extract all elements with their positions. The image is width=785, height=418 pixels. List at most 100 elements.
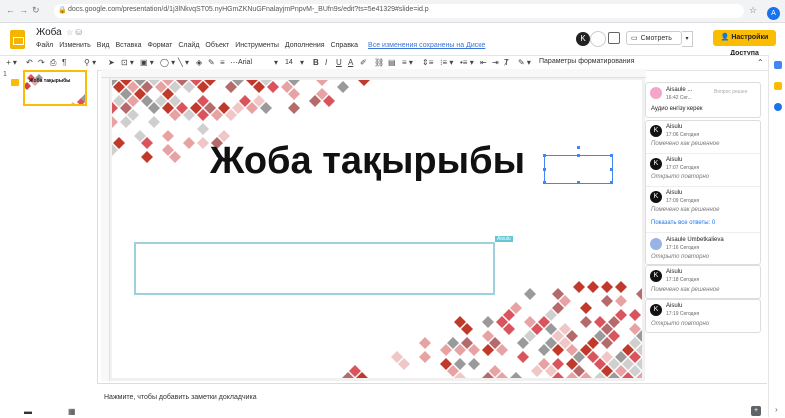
reload-icon[interactable]: ↻: [32, 5, 40, 16]
share-button[interactable]: 👤 Настройки Доступа: [713, 30, 776, 57]
forward-icon[interactable]: →: [19, 5, 28, 15]
collapse-toolbar-icon[interactable]: ⌃: [757, 58, 764, 67]
subtitle-textbox[interactable]: [134, 242, 495, 295]
divider: [646, 232, 760, 233]
underline-icon[interactable]: U: [336, 58, 342, 67]
comment-author: Aisulu: [666, 190, 683, 196]
undo-icon[interactable]: ↶: [26, 58, 33, 67]
italic-icon[interactable]: I: [325, 58, 327, 67]
menu-insert[interactable]: Вставка: [115, 42, 141, 52]
diamond-shape: [141, 151, 153, 163]
slide-thumbnail[interactable]: Жоба тақырыбы: [23, 70, 87, 106]
bulleted-list-icon[interactable]: •≡ ▾: [460, 58, 474, 67]
redo-icon[interactable]: ↷: [38, 58, 45, 67]
comment-thread[interactable]: K Aisulu 17:06 Сегодня Помечено как реше…: [645, 120, 761, 265]
link-icon[interactable]: ⛓: [374, 58, 384, 67]
border-color-icon[interactable]: ✎: [208, 58, 215, 67]
menu-addons[interactable]: Дополнения: [285, 42, 325, 52]
textbox-icon[interactable]: ⊡ ▾: [121, 58, 134, 67]
select-icon[interactable]: ➤: [108, 58, 115, 67]
resize-handle[interactable]: [543, 168, 546, 171]
tasks-icon[interactable]: [774, 103, 782, 111]
star-icon[interactable]: ☆: [749, 5, 757, 16]
comment-author: Aisulu: [666, 303, 683, 309]
resize-handle[interactable]: [577, 154, 580, 157]
fill-color-icon[interactable]: ◈: [196, 58, 202, 67]
comment-add-icon[interactable]: ▤: [388, 58, 396, 67]
font-size-dropdown-icon[interactable]: ▾: [300, 58, 304, 67]
resize-handle[interactable]: [577, 181, 580, 184]
star-folder-icons[interactable]: ☆ ⛁: [66, 28, 82, 37]
menu-view[interactable]: Вид: [97, 42, 110, 52]
show-all-replies-link[interactable]: Показать все ответы: 0: [651, 220, 715, 226]
address-bar[interactable]: 🔒 docs.google.com/presentation/d/1j3lNkv…: [54, 4, 744, 18]
rotate-handle[interactable]: [577, 146, 580, 149]
url-text: docs.google.com/presentation/d/1j3lNkvqS…: [68, 6, 429, 13]
align-icon[interactable]: ≡ ▾: [402, 58, 413, 67]
comment-card[interactable]: Aisaule ... 16:42 Сег... Вопрос решен Ау…: [645, 82, 761, 118]
expand-panel-icon[interactable]: ›: [775, 405, 778, 414]
menu-edit[interactable]: Изменить: [59, 42, 91, 52]
calendar-icon[interactable]: [774, 61, 782, 69]
clear-format-icon[interactable]: Ⱦ: [504, 58, 509, 67]
font-dropdown-icon[interactable]: ▾: [274, 58, 278, 67]
text-color-icon[interactable]: A: [348, 58, 353, 67]
filmstrip-view-icon[interactable]: ▬: [24, 407, 32, 416]
comments-icon[interactable]: [608, 32, 620, 44]
image-icon[interactable]: ▣ ▾: [140, 58, 154, 67]
explore-icon[interactable]: +: [751, 406, 761, 416]
menu-help[interactable]: Справка: [331, 42, 358, 52]
diamond-shape: [636, 288, 642, 300]
resize-handle[interactable]: [543, 154, 546, 157]
menu-slide[interactable]: Слайд: [178, 42, 199, 52]
indent-more-icon[interactable]: ⇥: [492, 58, 499, 67]
comment-card[interactable]: K Aisulu 17:18 Сегодня Помечено как реше…: [645, 265, 761, 299]
activity-icon[interactable]: [590, 31, 606, 47]
font-select[interactable]: Arial: [238, 57, 278, 68]
line-spacing-icon[interactable]: ⇕≡: [422, 58, 433, 67]
resize-handle[interactable]: [610, 154, 613, 157]
grid-view-icon[interactable]: ▦: [68, 407, 76, 416]
lock-icon: 🔒: [58, 7, 67, 14]
border-dash-icon[interactable]: ⋯: [230, 58, 238, 67]
shape-icon[interactable]: ◯ ▾: [160, 58, 175, 67]
browser-user-avatar[interactable]: A: [767, 7, 780, 20]
highlight-icon[interactable]: ✐: [360, 58, 367, 67]
diamond-shape: [573, 281, 585, 293]
speaker-notes[interactable]: Нажмите, чтобы добавить заметки докладчи…: [97, 383, 767, 418]
diamond-shape: [162, 130, 174, 142]
border-weight-icon[interactable]: ≡: [220, 58, 225, 67]
line-icon[interactable]: ╲ ▾: [178, 58, 189, 67]
resize-handle[interactable]: [610, 181, 613, 184]
indent-less-icon[interactable]: ⇤: [480, 58, 487, 67]
comment-card[interactable]: K Aisulu 17:19 Сегодня Открыто повторно: [645, 299, 761, 333]
resize-handle[interactable]: [610, 168, 613, 171]
menu-file[interactable]: Файл: [36, 42, 53, 52]
resolve-button[interactable]: Вопрос решен: [714, 89, 747, 95]
paint-format-icon[interactable]: ¶: [62, 58, 66, 67]
slide-title[interactable]: Жоба тақырыбы: [210, 140, 525, 183]
slides-logo-icon[interactable]: [10, 30, 25, 49]
bold-icon[interactable]: B: [313, 58, 319, 67]
document-title[interactable]: Жоба: [36, 27, 62, 38]
menu-tools[interactable]: Инструменты: [235, 42, 279, 52]
present-button[interactable]: ▭ Смотреть: [626, 31, 682, 45]
new-slide-icon[interactable]: + ▾: [6, 58, 17, 67]
present-label: Смотреть: [640, 35, 672, 42]
resize-handle[interactable]: [543, 181, 546, 184]
menu-format[interactable]: Формат: [148, 42, 173, 52]
slide-canvas[interactable]: Жоба тақырыбы Aisulu: [112, 80, 642, 378]
present-dropdown[interactable]: ▾: [682, 31, 693, 47]
selected-placeholder[interactable]: [543, 146, 613, 184]
input-tools-icon[interactable]: ✎ ▾: [518, 58, 531, 67]
collaborator-avatar[interactable]: K: [576, 32, 590, 46]
menu-object[interactable]: Объект: [205, 42, 229, 52]
menu-bar: Файл Изменить Вид Вставка Формат Слайд О…: [36, 42, 485, 52]
numbered-list-icon[interactable]: ⁝≡ ▾: [440, 58, 453, 67]
saved-status-link[interactable]: Все изменения сохранены на Диске: [368, 42, 485, 52]
back-icon[interactable]: ←: [6, 5, 15, 15]
zoom-icon[interactable]: ⚲ ▾: [84, 58, 96, 67]
format-options-button[interactable]: Параметры форматирования: [539, 58, 634, 65]
print-icon[interactable]: ⎙: [50, 58, 56, 68]
keep-icon[interactable]: [774, 82, 782, 90]
